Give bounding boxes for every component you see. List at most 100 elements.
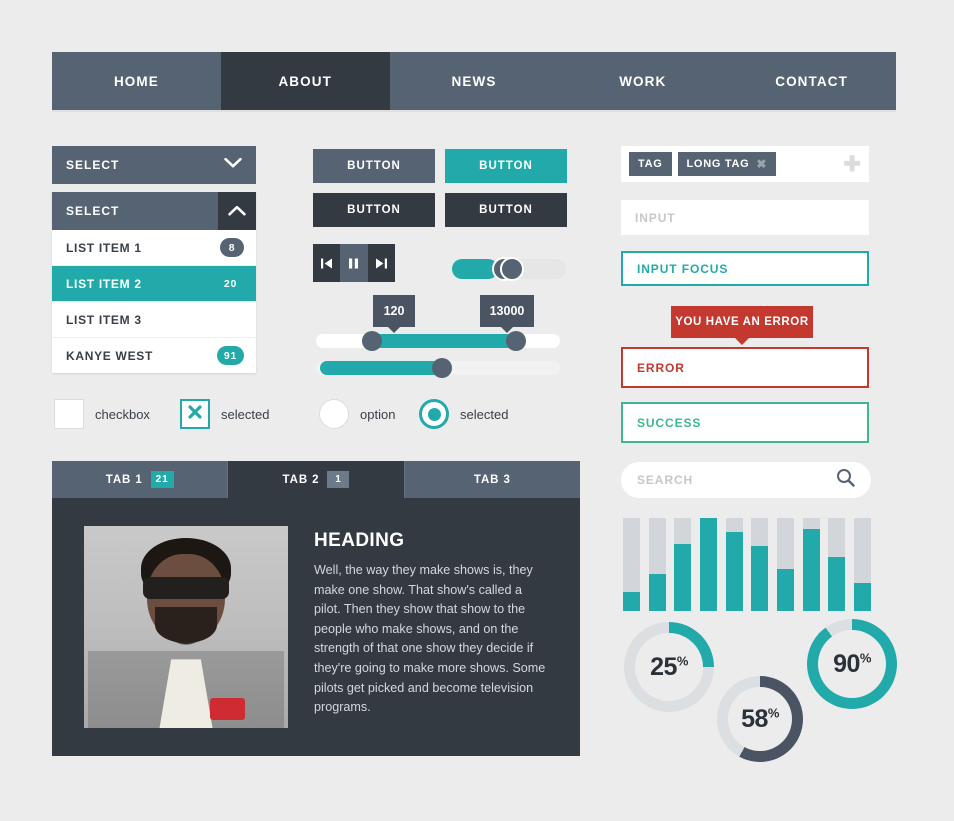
- tab-1[interactable]: TAB 1 21: [52, 461, 229, 498]
- list-item-badge: 91: [216, 346, 244, 365]
- ui-kit-page: HOME ABOUT NEWS WORK CONTACT SELECT SELE…: [0, 0, 954, 821]
- skip-next-icon[interactable]: [367, 244, 395, 282]
- button-label: BUTTON: [347, 204, 401, 216]
- select-label: SELECT: [66, 204, 120, 218]
- kanye-west-portrait: [84, 526, 288, 728]
- panel-text: HEADING Well, the way they make shows is…: [314, 530, 546, 718]
- input-value: ERROR: [637, 360, 685, 375]
- select-closed[interactable]: SELECT: [52, 146, 256, 184]
- slider-max-value: 13000: [489, 304, 525, 318]
- nav-item-home[interactable]: HOME: [52, 52, 221, 110]
- tab-3[interactable]: TAB 3: [405, 461, 580, 498]
- bar-fill: [802, 529, 820, 611]
- button-label: BUTTON: [479, 204, 533, 216]
- range-slider[interactable]: [316, 331, 560, 351]
- input-value: SUCCESS: [637, 415, 702, 430]
- donut-value: 90%: [833, 649, 871, 678]
- single-slider-handle[interactable]: [432, 358, 452, 378]
- radio-checked[interactable]: [419, 399, 449, 429]
- tab-bar: TAB 1 21 TAB 2 1 TAB 3: [52, 461, 580, 498]
- button-dark-right[interactable]: BUTTON: [445, 193, 567, 227]
- checkbox-checked[interactable]: [180, 399, 210, 429]
- portrait-pocket-square: [210, 697, 246, 720]
- x-mark-icon: [187, 404, 203, 425]
- checkbox-selected-label: selected: [221, 407, 270, 422]
- checkbox-unchecked[interactable]: [54, 399, 84, 429]
- radio-unchecked[interactable]: [319, 399, 349, 429]
- main-navigation: HOME ABOUT NEWS WORK CONTACT: [52, 52, 896, 110]
- list-item[interactable]: LIST ITEM 1 8: [52, 230, 256, 266]
- select-open: SELECT LIST ITEM 1 8 LIST ITEM 2 20 LIST…: [52, 192, 256, 373]
- nav-label: ABOUT: [278, 73, 332, 89]
- input-default[interactable]: INPUT: [621, 200, 869, 235]
- search-placeholder: SEARCH: [637, 473, 694, 487]
- checkbox-label: checkbox: [95, 407, 150, 422]
- nav-label: HOME: [113, 73, 159, 89]
- slider-min-tooltip: 120: [373, 295, 415, 333]
- range-slider-handle-min[interactable]: [362, 331, 382, 351]
- bar-fill: [828, 557, 846, 611]
- search-icon[interactable]: [836, 468, 855, 492]
- skip-previous-icon[interactable]: [313, 244, 341, 282]
- bar-track: [648, 518, 666, 611]
- input-placeholder: INPUT: [635, 210, 676, 225]
- bar-fill: [853, 583, 871, 611]
- nav-item-contact[interactable]: CONTACT: [727, 52, 896, 110]
- tag-input[interactable]: TAG LONG TAG ✖ ✚: [621, 146, 869, 182]
- nav-label: WORK: [619, 73, 667, 89]
- pause-icon[interactable]: [340, 244, 368, 282]
- input-success[interactable]: SUCCESS: [621, 402, 869, 443]
- list-item[interactable]: KANYE WEST 91: [52, 338, 256, 373]
- bar-track: [623, 518, 640, 611]
- radio-selected-label: selected: [460, 407, 509, 422]
- list-item-label: KANYE WEST: [66, 348, 154, 363]
- plus-icon[interactable]: ✚: [843, 154, 861, 175]
- list-item[interactable]: LIST ITEM 3: [52, 302, 256, 338]
- input-value: INPUT FOCUS: [637, 261, 729, 276]
- tag-item-long[interactable]: LONG TAG ✖: [677, 152, 777, 176]
- bar-track: [751, 518, 769, 611]
- list-item[interactable]: LIST ITEM 2 20: [52, 266, 256, 302]
- tag-label: LONG TAG: [686, 158, 750, 170]
- single-slider[interactable]: [316, 358, 560, 378]
- input-focused[interactable]: INPUT FOCUS: [621, 251, 869, 286]
- portrait-sunglasses: [143, 576, 229, 599]
- bar-track: [853, 518, 871, 611]
- input-error[interactable]: ERROR: [621, 347, 869, 388]
- panel-body: Well, the way they make shows is, they m…: [314, 563, 546, 715]
- tab-label: TAB 2: [282, 473, 320, 486]
- chevron-up-icon[interactable]: [218, 192, 256, 230]
- button-dark-left[interactable]: BUTTON: [313, 193, 435, 227]
- nav-label: NEWS: [451, 73, 497, 89]
- slider-min-value: 120: [383, 304, 405, 318]
- radio-label: option: [360, 407, 396, 422]
- button-slate[interactable]: BUTTON: [313, 149, 435, 183]
- bar-track: [699, 518, 717, 611]
- nav-item-about[interactable]: ABOUT: [220, 52, 390, 110]
- button-label: BUTTON: [347, 160, 401, 172]
- tag-item[interactable]: TAG: [629, 152, 672, 176]
- nav-item-work[interactable]: WORK: [558, 52, 727, 110]
- nav-item-news[interactable]: NEWS: [390, 52, 559, 110]
- donut-value: 58%: [741, 704, 779, 733]
- tag-label: TAG: [638, 158, 663, 170]
- toggle-knob[interactable]: [500, 257, 524, 281]
- tab-label: TAB 3: [473, 473, 511, 486]
- media-player-controls: [313, 244, 395, 282]
- bar-fill: [725, 531, 743, 611]
- bar-track: [776, 518, 794, 611]
- range-slider-handle-max[interactable]: [506, 331, 526, 351]
- tab-2[interactable]: TAB 2 1: [228, 461, 405, 498]
- button-teal[interactable]: BUTTON: [445, 149, 567, 183]
- bar-fill: [648, 573, 666, 611]
- bar-track: [802, 518, 820, 611]
- toggle-off[interactable]: [500, 257, 566, 281]
- nav-label: CONTACT: [775, 73, 848, 89]
- tab-label: TAB 1: [105, 473, 143, 486]
- bar-track: [725, 518, 743, 611]
- search-input[interactable]: SEARCH: [621, 462, 871, 498]
- list-item-badge: 20: [223, 277, 237, 290]
- select-open-header[interactable]: SELECT: [52, 192, 256, 230]
- bar-fill: [699, 518, 717, 611]
- close-icon[interactable]: ✖: [756, 157, 767, 171]
